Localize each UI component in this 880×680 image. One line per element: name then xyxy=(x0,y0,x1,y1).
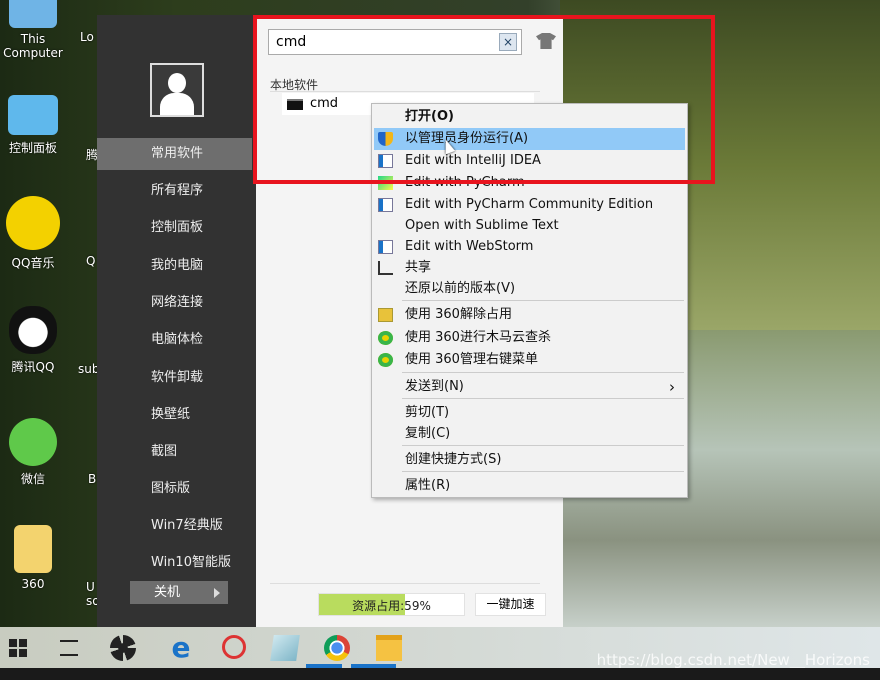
menu-item-label: Edit with WebStorm xyxy=(405,239,534,254)
file-explorer-icon[interactable] xyxy=(376,635,402,661)
nav-all-programs[interactable]: 所有程序 xyxy=(97,175,252,207)
nav-icon-mode[interactable]: 图标版 xyxy=(97,473,252,505)
menu-item-label: 还原以前的版本(V) xyxy=(405,281,516,296)
menu-separator xyxy=(402,372,684,373)
menu-item-label: 共享 xyxy=(405,260,432,275)
nav-uninstall[interactable]: 软件卸载 xyxy=(97,362,252,394)
menu-item-label: 使用 360解除占用 xyxy=(405,307,512,322)
nav-common-software[interactable]: 常用软件 xyxy=(97,138,252,170)
app-window-icon xyxy=(378,198,393,212)
desktop-icon-this-computer[interactable]: This Computer xyxy=(0,0,68,60)
context-menu-item[interactable]: Edit with WebStorm xyxy=(374,236,685,258)
share-icon xyxy=(378,261,393,275)
menu-item-label: 剪切(T) xyxy=(405,405,450,420)
submenu-chevron-icon: › xyxy=(669,378,675,396)
menu-item-label: 发送到(N) xyxy=(405,379,464,394)
menu-item-label: Open with Sublime Text xyxy=(405,218,559,233)
icon-label: 控制面板 xyxy=(8,141,57,155)
nav-control-panel[interactable]: 控制面板 xyxy=(97,212,252,244)
nav-my-computer[interactable]: 我的电脑 xyxy=(97,250,252,282)
menu-item-label: 属性(R) xyxy=(405,478,451,493)
menu-item-label: 创建快捷方式(S) xyxy=(405,452,502,467)
boost-button[interactable]: 一键加速 xyxy=(475,593,546,616)
icon-label: 360 xyxy=(21,577,45,591)
icon-label: 微信 xyxy=(20,472,45,486)
desktop-icon-qq-music[interactable]: QQ音乐 xyxy=(0,196,68,271)
user-avatar[interactable] xyxy=(150,63,204,117)
nav-network[interactable]: 网络连接 xyxy=(97,287,252,319)
menu-separator xyxy=(402,471,684,472)
start-windows-icon[interactable] xyxy=(9,639,27,657)
pinwheel-app-icon[interactable] xyxy=(110,635,136,661)
edge-browser-icon[interactable]: e xyxy=(168,634,194,662)
context-menu-item[interactable]: 使用 360解除占用 xyxy=(374,304,685,326)
annotation-highlight-box xyxy=(253,15,715,184)
desktop-icon-tencent-qq[interactable]: 腾讯QQ xyxy=(0,306,68,375)
chrome-icon[interactable] xyxy=(324,635,350,661)
menu-separator xyxy=(402,300,684,301)
menu-item-label: 复制(C) xyxy=(405,426,451,441)
context-menu-item[interactable]: 剪切(T) xyxy=(374,402,685,424)
menu-separator xyxy=(402,445,684,446)
xmind-icon[interactable] xyxy=(222,635,246,659)
app-window-icon xyxy=(378,240,393,254)
360-plus-icon xyxy=(378,331,393,345)
nav-win7[interactable]: Win7经典版 xyxy=(97,510,252,542)
nav-pc-checkup[interactable]: 电脑体检 xyxy=(97,324,252,356)
usage-label: 资源占用:59% xyxy=(352,599,431,613)
launcher-sidebar: 常用软件 所有程序 控制面板 我的电脑 网络连接 电脑体检 软件卸载 换壁纸 截… xyxy=(97,15,256,627)
icon-label: 腾讯QQ xyxy=(11,360,55,374)
screen-bottom-bar xyxy=(0,668,880,680)
resource-usage-bar: 资源占用:59% xyxy=(318,593,465,616)
desktop-icon-wechat[interactable]: 微信 xyxy=(0,418,68,487)
divider xyxy=(270,583,540,584)
nav-wallpaper[interactable]: 换壁纸 xyxy=(97,399,252,431)
360-unlock-icon xyxy=(378,308,393,322)
icon-label: This Computer xyxy=(3,32,63,60)
shutdown-button[interactable]: 关机 xyxy=(130,581,228,604)
context-menu-item[interactable]: 使用 360管理右键菜单 xyxy=(374,349,685,371)
task-view-icon[interactable] xyxy=(60,640,78,656)
menu-item-label: 使用 360进行木马云查杀 xyxy=(405,330,551,345)
context-menu-item[interactable]: 共享 xyxy=(374,257,685,279)
context-menu-item[interactable]: Open with Sublime Text xyxy=(374,215,685,237)
menu-separator xyxy=(402,398,684,399)
context-menu-item[interactable]: 还原以前的版本(V) xyxy=(374,278,685,300)
shutdown-label: 关机 xyxy=(154,585,181,600)
notepad-icon[interactable] xyxy=(270,635,300,661)
360-plus-icon xyxy=(378,353,393,367)
nav-win10[interactable]: Win10智能版 xyxy=(97,547,252,579)
icon-label: QQ音乐 xyxy=(11,256,55,270)
context-menu-item[interactable]: 属性(R) xyxy=(374,475,685,497)
context-menu-item[interactable]: Edit with PyCharm Community Edition xyxy=(374,194,685,216)
context-menu-item[interactable]: 复制(C) xyxy=(374,423,685,445)
context-menu-item[interactable]: 创建快捷方式(S) xyxy=(374,449,685,471)
menu-item-label: Edit with PyCharm Community Edition xyxy=(405,197,654,212)
context-menu-item[interactable]: 发送到(N) › xyxy=(374,376,685,398)
partial-icon-label: sub xyxy=(78,362,98,376)
arrow-right-icon[interactable] xyxy=(214,588,220,598)
taskbar: e https://blog.csdn.net/New__Horizons xyxy=(0,627,880,669)
desktop-icon-360-folder[interactable]: 360 xyxy=(0,525,68,591)
context-menu-item[interactable]: 使用 360进行木马云查杀 xyxy=(374,327,685,349)
nav-screenshot[interactable]: 截图 xyxy=(97,436,252,468)
watermark: https://blog.csdn.net/New__Horizons xyxy=(596,651,870,669)
menu-item-label: 使用 360管理右键菜单 xyxy=(405,352,538,367)
desktop-icon-control-panel[interactable]: 控制面板 xyxy=(0,95,68,156)
